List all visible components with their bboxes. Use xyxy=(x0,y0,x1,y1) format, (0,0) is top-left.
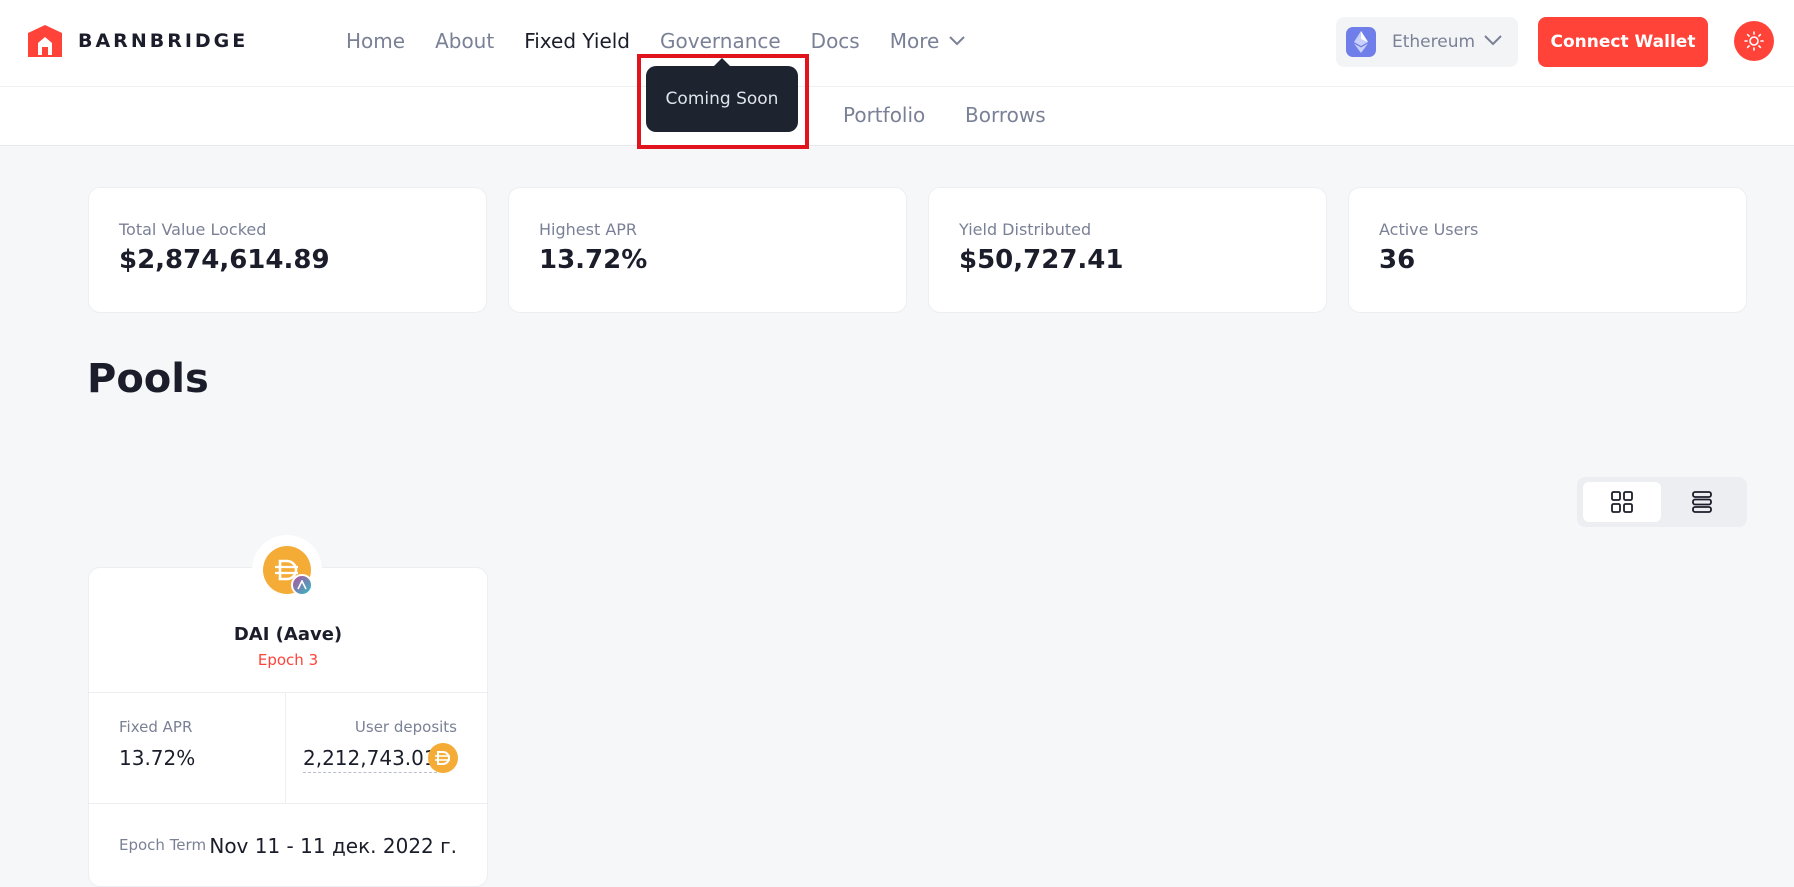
barnbridge-logo-icon xyxy=(28,25,62,57)
grid-view-button[interactable] xyxy=(1583,482,1661,522)
stat-label: Highest APR xyxy=(539,220,638,239)
nav-home[interactable]: Home xyxy=(346,26,405,56)
chevron-down-icon xyxy=(949,36,966,46)
divider xyxy=(89,803,487,804)
stat-value: $2,874,614.89 xyxy=(119,245,330,275)
view-toggle xyxy=(1577,477,1747,527)
pool-token-icon xyxy=(252,535,322,605)
stat-value: 13.72% xyxy=(539,245,648,275)
stat-label: Total Value Locked xyxy=(119,220,267,239)
divider xyxy=(285,693,286,803)
epoch-term-label: Epoch Term xyxy=(119,836,207,854)
stat-card-highest-apr: Highest APR 13.72% xyxy=(508,187,907,313)
logo-text: BARNBRIDGE xyxy=(78,30,249,52)
pool-name: DAI (Aave) xyxy=(233,624,343,645)
nav-fixed-yield[interactable]: Fixed Yield xyxy=(524,26,630,56)
stat-card-tvl: Total Value Locked $2,874,614.89 xyxy=(88,187,487,313)
logo[interactable]: BARNBRIDGE xyxy=(28,25,248,57)
top-navbar: BARNBRIDGE Home About Fixed Yield Govern… xyxy=(0,0,1794,87)
tab-borrows[interactable]: Borrows xyxy=(965,103,1046,127)
ethereum-icon xyxy=(1346,27,1376,57)
fixed-apr-value: 13.72% xyxy=(119,746,196,770)
dai-icon xyxy=(428,743,458,773)
tab-portfolio[interactable]: Portfolio xyxy=(843,103,925,127)
user-deposits-label: User deposits xyxy=(354,718,457,736)
nav-more[interactable]: More xyxy=(890,26,966,56)
stat-label: Yield Distributed xyxy=(959,220,1092,239)
nav-governance[interactable]: Governance xyxy=(660,26,781,56)
fixed-apr-label: Fixed APR xyxy=(119,718,193,736)
connect-wallet-button[interactable]: Connect Wallet xyxy=(1538,17,1708,67)
sub-nav: s Portfolio Borrows xyxy=(0,87,1794,146)
user-deposits-value[interactable]: 2,212,743.01 xyxy=(303,746,437,773)
pool-card[interactable]: DAI (Aave) Epoch 3 Fixed APR 13.72% User… xyxy=(88,567,488,887)
theme-toggle-button[interactable] xyxy=(1734,21,1774,61)
stat-card-active-users: Active Users 36 xyxy=(1348,187,1747,313)
network-selector[interactable]: Ethereum xyxy=(1336,17,1518,67)
nav-about[interactable]: About xyxy=(435,26,494,56)
aave-icon xyxy=(291,574,313,596)
chevron-down-icon xyxy=(1484,35,1502,46)
stat-label: Active Users xyxy=(1379,220,1479,239)
epoch-term-value: Nov 11 - 11 дек. 2022 г. xyxy=(209,834,457,858)
nav-docs[interactable]: Docs xyxy=(811,26,860,56)
sun-icon xyxy=(1744,31,1764,51)
list-view-icon xyxy=(1692,491,1712,513)
highlight-box xyxy=(637,54,809,149)
network-label: Ethereum xyxy=(1392,32,1476,52)
divider xyxy=(89,692,487,693)
list-view-button[interactable] xyxy=(1663,482,1741,522)
main-nav: Home About Fixed Yield Governance Docs M… xyxy=(346,26,995,56)
page-title: Pools xyxy=(87,356,209,402)
pool-epoch: Epoch 3 xyxy=(257,651,319,669)
nav-more-label: More xyxy=(889,29,940,53)
stat-value: $50,727.41 xyxy=(959,245,1124,275)
grid-view-icon xyxy=(1611,491,1633,513)
dai-icon xyxy=(263,546,313,596)
stat-card-yield-distributed: Yield Distributed $50,727.41 xyxy=(928,187,1327,313)
stat-value: 36 xyxy=(1379,245,1416,275)
